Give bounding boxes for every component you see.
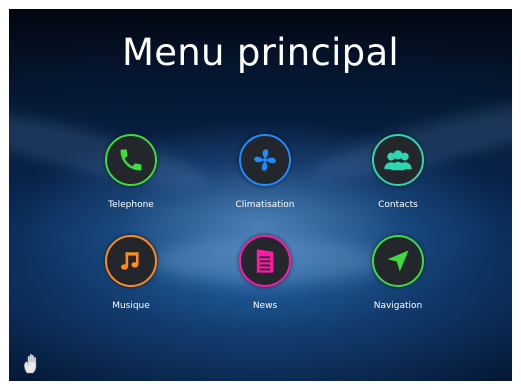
hand-cursor-icon[interactable] bbox=[21, 351, 45, 375]
musique-button[interactable] bbox=[105, 235, 157, 287]
tile-telephone[interactable]: Telephone bbox=[76, 134, 186, 210]
tile-label-navigation: Navigation bbox=[373, 301, 423, 311]
phone-icon bbox=[120, 149, 142, 171]
contacts-button[interactable] bbox=[372, 134, 424, 186]
telephone-button[interactable] bbox=[105, 134, 157, 186]
tile-label-telephone: Telephone bbox=[108, 200, 154, 210]
main-menu-screen: Menu principal Telephone Climatisation C… bbox=[9, 9, 512, 381]
tile-musique[interactable]: Musique bbox=[76, 235, 186, 311]
tile-label-news: News bbox=[252, 301, 278, 311]
newspaper-icon bbox=[256, 249, 274, 273]
tile-navigation[interactable]: Navigation bbox=[343, 235, 453, 311]
tile-label-musique: Musique bbox=[112, 301, 150, 311]
fan-icon bbox=[254, 149, 276, 171]
tile-contacts[interactable]: Contacts bbox=[343, 134, 453, 210]
tile-news[interactable]: News bbox=[210, 235, 320, 311]
tile-label-contacts: Contacts bbox=[378, 200, 418, 210]
navigation-button[interactable] bbox=[372, 235, 424, 287]
page-title: Menu principal bbox=[121, 31, 400, 74]
contacts-icon bbox=[384, 150, 412, 171]
tile-climatisation[interactable]: Climatisation bbox=[210, 134, 320, 210]
navigation-arrow-icon bbox=[387, 250, 409, 272]
climatisation-button[interactable] bbox=[239, 134, 291, 186]
tile-label-climatisation: Climatisation bbox=[235, 200, 295, 210]
music-note-icon bbox=[121, 252, 139, 270]
news-button[interactable] bbox=[239, 235, 291, 287]
